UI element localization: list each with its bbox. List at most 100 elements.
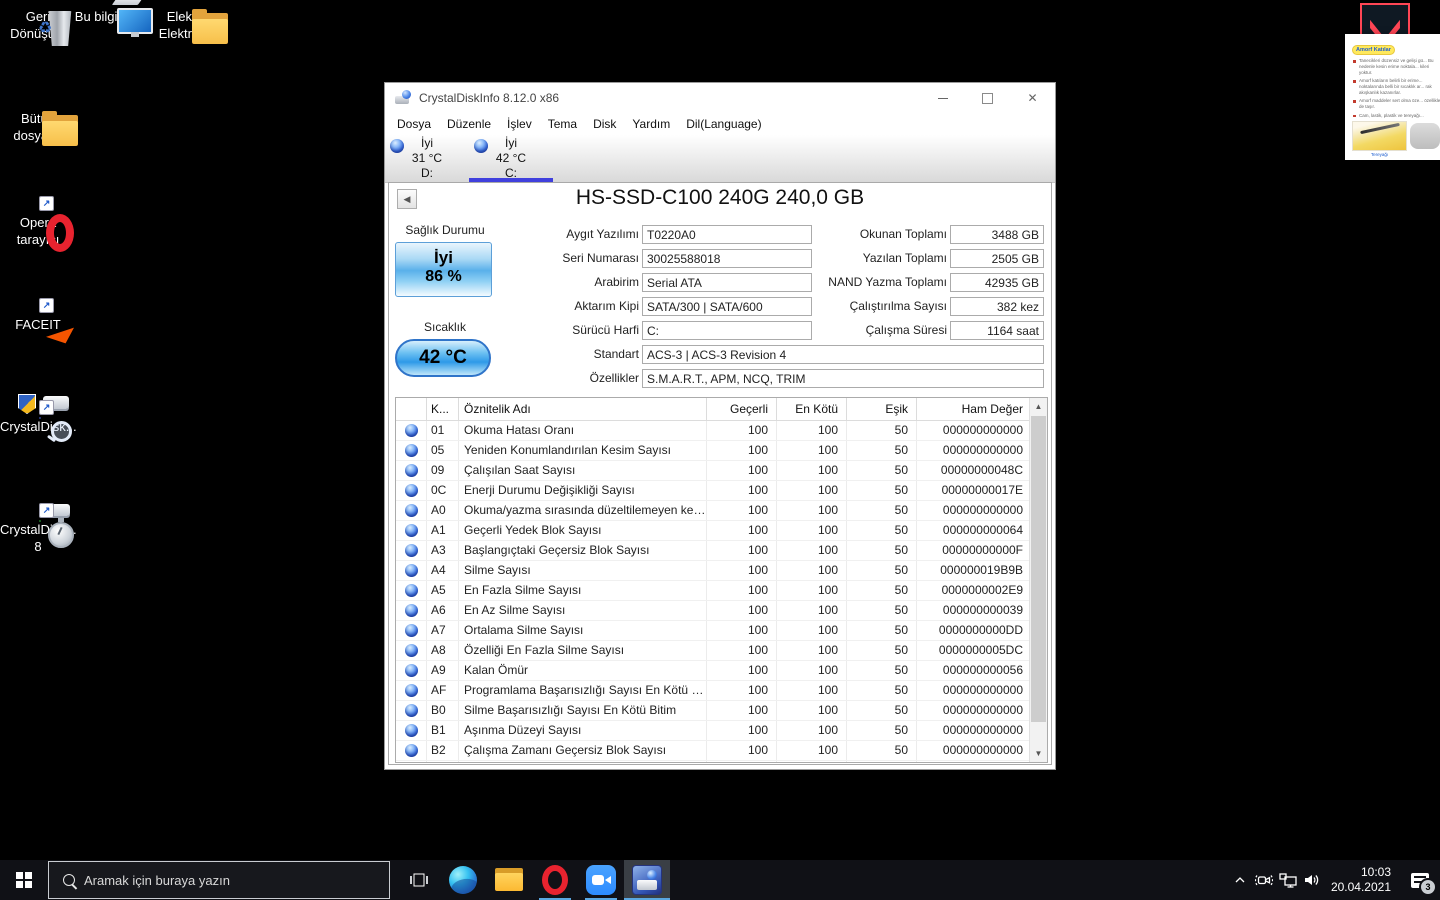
disk-tab[interactable]: İyi 42 °C C: xyxy=(469,135,553,182)
meet-now-icon[interactable] xyxy=(1252,860,1276,900)
title-bar[interactable]: CrystalDiskInfo 8.12.0 x86 ✕ xyxy=(385,83,1055,113)
cell-worst: 100 xyxy=(777,481,847,500)
cell-attribute-name: Enerji Durumu Değişikliği Sayısı xyxy=(459,481,707,500)
table-row[interactable]: A0 Okuma/yazma sırasında düzeltilemeyen k… xyxy=(396,501,1030,521)
close-button[interactable]: ✕ xyxy=(1010,83,1055,113)
disk-selector-band: İyi 31 °C D: İyi 42 °C C: xyxy=(385,135,1055,183)
cell-attribute-name: En Fazla Silme Sayısı xyxy=(459,581,707,600)
menu-item[interactable]: Dil(Language) xyxy=(678,115,769,133)
table-row[interactable]: A7 Ortalama Silme Sayısı 100 100 50 000000000… xyxy=(396,621,1030,641)
task-view-button[interactable] xyxy=(404,860,434,900)
field-value: C: xyxy=(642,320,812,340)
menu-item[interactable]: Dosya xyxy=(389,115,439,133)
table-row[interactable]: A3 Başlangıçtaki Geçersiz Blok Sayısı 100 1… xyxy=(396,541,1030,561)
health-status-button[interactable]: İyi 86 % xyxy=(395,242,492,297)
table-row[interactable]: 05 Yeniden Konumlandırılan Kesim Sayısı 10… xyxy=(396,441,1030,461)
disk-tab[interactable]: İyi 31 °C D: xyxy=(385,135,469,182)
hidden-icons-chevron[interactable] xyxy=(1228,860,1252,900)
table-row[interactable]: AF Programlama Başarısızlığı Sayısı En Kö… xyxy=(396,681,1030,701)
network-icon[interactable] xyxy=(1276,860,1300,900)
menu-item[interactable]: Disk xyxy=(585,115,624,133)
header-id: K... xyxy=(427,398,459,420)
scroll-up-icon[interactable]: ▲ xyxy=(1030,398,1047,415)
scrollbar-thumb[interactable] xyxy=(1031,416,1046,722)
field-value: Serial ATA xyxy=(642,272,812,292)
cell-worst: 100 xyxy=(777,761,847,762)
speaker-icon xyxy=(1305,875,1319,885)
cell-current: 100 xyxy=(707,621,777,640)
cell-id: B1 xyxy=(427,721,459,740)
system-tray: 10:03 20.04.2021 3 xyxy=(1228,860,1440,900)
cell-current: 100 xyxy=(707,681,777,700)
menu-item[interactable]: Yardım xyxy=(624,115,678,133)
taskbar-app-cdi[interactable] xyxy=(624,860,670,900)
search-input[interactable]: Aramak için buraya yazın xyxy=(48,861,390,899)
desktop-icon-folder-elektrik[interactable]: Elektrik Elektron... xyxy=(150,6,228,44)
windows-logo-icon xyxy=(16,872,32,888)
field-row: Çalıştırılma Sayısı 382 kez xyxy=(797,294,1044,318)
taskbar-app-zoom[interactable] xyxy=(578,860,624,900)
desktop-icon-folder-butun[interactable]: Bütün dosyalar xyxy=(0,108,78,146)
taskbar-app-explorer[interactable] xyxy=(486,860,532,900)
table-row[interactable]: A5 En Fazla Silme Sayısı 100 100 50 000000000… xyxy=(396,581,1030,601)
field-row: Okunan Toplamı 3488 GB xyxy=(797,222,1044,246)
table-row[interactable]: B5Programlama Başarısızlığı Sayısı100100… xyxy=(396,761,1030,762)
desktop-icon-recycle-bin[interactable]: ♻ Geri Dönüşü... xyxy=(0,6,76,46)
maximize-button[interactable] xyxy=(965,83,1010,113)
desktop: ♻ Geri Dönüşü... Bu bilgisayar Elektrik Ele… xyxy=(0,0,240,640)
field-row: Arabirim Serial ATA xyxy=(507,270,812,294)
minimize-button[interactable] xyxy=(920,83,965,113)
field-value: SATA/300 | SATA/600 xyxy=(642,296,812,316)
table-scrollbar[interactable]: ▲ ▼ xyxy=(1029,398,1047,762)
cell-id: B5 xyxy=(427,761,459,762)
table-row[interactable]: 09 Çalışılan Saat Sayısı 100 100 50 000000000… xyxy=(396,461,1030,481)
doc-bullet: Amorf katıların belirli bir erime... nok… xyxy=(1353,78,1440,96)
header-current: Geçerli xyxy=(707,398,777,420)
table-row[interactable]: 01 Okuma Hatası Oranı 100 100 50 000000000000 xyxy=(396,421,1030,441)
table-row[interactable]: B0 Silme Başarısızlığı Sayısı En Kötü Bit… xyxy=(396,701,1030,721)
cell-worst: 100 xyxy=(777,461,847,480)
clock[interactable]: 10:03 20.04.2021 xyxy=(1331,865,1391,895)
crystaldiskinfo-app-icon xyxy=(395,90,411,106)
table-row[interactable]: A8 Özelliği En Fazla Silme Sayısı 100 100 50… xyxy=(396,641,1030,661)
menu-item[interactable]: İşlev xyxy=(499,115,540,133)
desktop-icon-this-pc[interactable]: Bu bilgisayar xyxy=(74,0,153,34)
disk-temp: 31 °C xyxy=(411,151,443,165)
cell-attribute-name: Kalan Ömür xyxy=(459,661,707,680)
table-row[interactable]: A1 Geçerli Yedek Blok Sayısı 100 100 50 00000… xyxy=(396,521,1030,541)
cell-current: 100 xyxy=(707,481,777,500)
taskbar-app-edge[interactable] xyxy=(440,860,486,900)
table-row[interactable]: A6 En Az Silme Sayısı 100 100 50 000000000039 xyxy=(396,601,1030,621)
cell-worst: 100 xyxy=(777,721,847,740)
desktop-icon-faceit[interactable]: ↗ FACEIT xyxy=(0,298,76,344)
table-row[interactable]: 0C Enerji Durumu Değişikliği Sayısı 100 100… xyxy=(396,481,1030,501)
field-label: Okunan Toplamı xyxy=(859,227,947,241)
field-label: Çalıştırılma Sayısı xyxy=(849,299,947,313)
field-row: Çalışma Süresi 1164 saat xyxy=(797,318,1044,342)
temperature-button[interactable]: 42 °C xyxy=(395,339,491,377)
desktop-icon-crystaldisk-8[interactable]: ↗ CrystalDisk... 8 xyxy=(0,503,77,556)
table-row[interactable]: B2 Çalışma Zamanı Geçersiz Blok Sayısı 100… xyxy=(396,741,1030,761)
cell-raw-value: 000000000000 xyxy=(917,741,1030,760)
search-placeholder: Aramak için buraya yazın xyxy=(84,872,230,888)
knife-icon xyxy=(1360,122,1400,134)
taskbar-app-opera[interactable] xyxy=(532,860,578,900)
temperature-label: Sıcaklık xyxy=(423,320,466,334)
menu-item[interactable]: Düzenle xyxy=(439,115,499,133)
start-button[interactable] xyxy=(0,860,48,900)
table-row[interactable]: A9 Kalan Ömür 100 100 50 000000000056 xyxy=(396,661,1030,681)
cell-raw-value: 00000000048C xyxy=(917,461,1030,480)
health-status-value: İyi xyxy=(434,248,453,267)
desktop-icon-crystaldisk-setup[interactable]: ↗ CrystalDisk... xyxy=(0,394,77,442)
menu-item[interactable]: Tema xyxy=(540,115,585,133)
table-row[interactable]: A4 Silme Sayısı 100 100 50 000000019B9B xyxy=(396,561,1030,581)
magnifier-icon xyxy=(51,421,72,442)
scroll-down-icon[interactable]: ▼ xyxy=(1030,745,1047,762)
action-center-button[interactable]: 3 xyxy=(1400,860,1440,900)
status-sphere-icon xyxy=(404,704,418,717)
volume-icon[interactable] xyxy=(1300,860,1324,900)
cell-id: 05 xyxy=(427,441,459,460)
table-row[interactable]: B1 Aşınma Düzeyi Sayısı 100 100 50 0000000000… xyxy=(396,721,1030,741)
field-row: NAND Yazma Toplamı 42935 GB xyxy=(797,270,1044,294)
desktop-icon-opera[interactable]: ↗ Opera tarayıcı xyxy=(0,196,76,252)
